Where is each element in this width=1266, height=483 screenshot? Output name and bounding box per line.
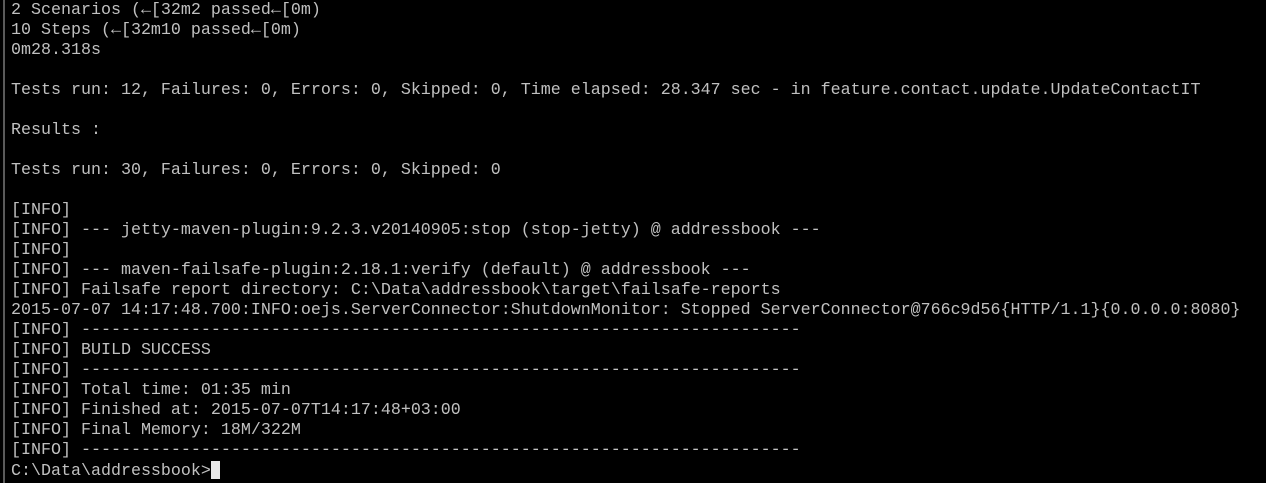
build-status-line: [INFO] BUILD SUCCESS xyxy=(11,341,211,360)
output-line: [INFO] ---------------------------------… xyxy=(11,441,801,460)
output-line: 10 Steps (←[32m10 passed←[0m) xyxy=(11,21,301,40)
output-line: Tests run: 30, Failures: 0, Errors: 0, S… xyxy=(11,161,501,180)
output-line: [INFO] Total time: 01:35 min xyxy=(11,381,291,400)
prompt-text: C:\Data\addressbook> xyxy=(11,462,211,481)
output-line: [INFO] --- maven-failsafe-plugin:2.18.1:… xyxy=(11,261,751,280)
output-line: [INFO] Final Memory: 18M/322M xyxy=(11,421,301,440)
terminal-output[interactable]: 2 Scenarios (←[32m2 passed←[0m) 10 Steps… xyxy=(11,1,1240,481)
output-line: 2 Scenarios (←[32m2 passed←[0m) xyxy=(11,1,321,20)
output-line: 2015-07-07 14:17:48.700:INFO:oejs.Server… xyxy=(11,301,1241,320)
window-border xyxy=(3,0,5,483)
output-line: Results : xyxy=(11,121,101,140)
output-line: [INFO] Finished at: 2015-07-07T14:17:48+… xyxy=(11,401,461,420)
command-prompt[interactable]: C:\Data\addressbook> xyxy=(11,461,1240,481)
output-line: [INFO] --- jetty-maven-plugin:9.2.3.v201… xyxy=(11,221,821,240)
text-cursor xyxy=(210,461,220,479)
output-line: [INFO] ---------------------------------… xyxy=(11,321,801,340)
output-line: [INFO] xyxy=(11,241,71,260)
output-line: [INFO] Failsafe report directory: C:\Dat… xyxy=(11,281,781,300)
output-line: [INFO] xyxy=(11,201,71,220)
output-line: Tests run: 12, Failures: 0, Errors: 0, S… xyxy=(11,81,1201,100)
output-line: [INFO] ---------------------------------… xyxy=(11,361,801,380)
output-line: 0m28.318s xyxy=(11,41,101,60)
